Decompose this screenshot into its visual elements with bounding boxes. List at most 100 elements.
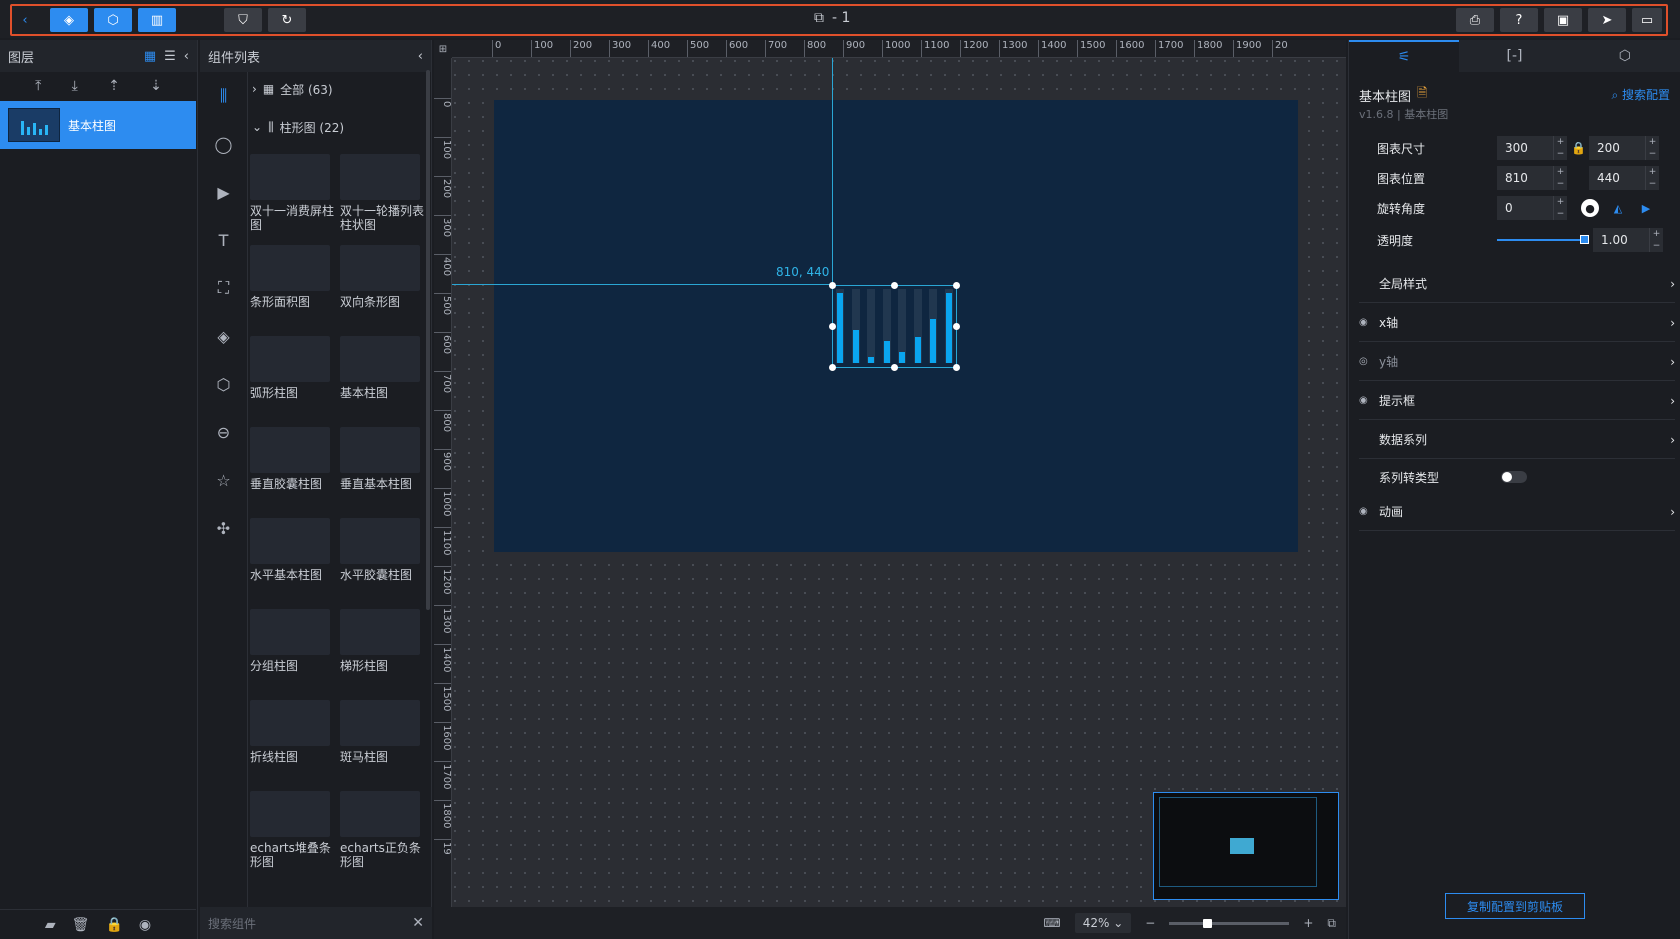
component-card[interactable]: 梯形柱图 xyxy=(340,609,424,673)
folder-icon[interactable]: ▰ xyxy=(45,917,56,933)
help-button[interactable]: ? xyxy=(1500,8,1538,32)
component-card[interactable]: 斑马柱图 xyxy=(340,700,424,764)
eye-icon[interactable]: ◉ xyxy=(1359,395,1373,406)
rotation-input[interactable]: 0 + − xyxy=(1497,196,1567,220)
component-search[interactable]: 搜索组件 ✕ xyxy=(200,907,432,939)
plugin-category-icon[interactable]: ✣ xyxy=(200,504,247,552)
fit-screen-icon[interactable]: ⧉ xyxy=(1327,916,1336,931)
tab-data[interactable]: [-] xyxy=(1459,40,1569,72)
opacity-stepper[interactable]: + − xyxy=(1649,228,1663,252)
zoom-in-icon[interactable]: + xyxy=(1303,916,1313,930)
component-card[interactable]: 分组柱图 xyxy=(250,609,334,673)
trash-icon[interactable]: 🗑 xyxy=(72,917,90,933)
tab-interaction[interactable]: ⬡ xyxy=(1570,40,1680,72)
text-category-icon[interactable]: T xyxy=(200,216,247,264)
publish-button[interactable]: ➤ xyxy=(1588,8,1626,32)
pos-y-stepper[interactable]: + − xyxy=(1645,166,1659,190)
collapse-left-icon[interactable]: ‹ xyxy=(418,49,423,64)
move-down-icon[interactable]: ⤓ xyxy=(72,78,78,94)
zoom-select[interactable]: 42% ⌄ xyxy=(1074,913,1132,933)
frame-category-icon[interactable]: ⛶ xyxy=(200,264,247,312)
rotate-dial-icon[interactable]: ● xyxy=(1581,199,1599,217)
resize-handle[interactable] xyxy=(953,282,960,289)
zoom-out-icon[interactable]: − xyxy=(1145,916,1155,930)
resize-handle[interactable] xyxy=(953,323,960,330)
component-card[interactable]: 基本柱图 xyxy=(340,336,424,400)
tree-bar[interactable]: ⌄ ⫼ 柱形图 (22) xyxy=(252,112,344,142)
doc-icon[interactable]: 🗎 xyxy=(1417,84,1427,106)
copy-config-button[interactable]: 复制配置到剪贴板 xyxy=(1445,893,1585,919)
component-card[interactable]: 水平基本柱图 xyxy=(250,518,334,582)
rotation-stepper[interactable]: + − xyxy=(1553,196,1567,220)
preview-button[interactable]: ⎙ xyxy=(1456,8,1494,32)
component-card[interactable]: 垂直基本柱图 xyxy=(340,427,424,491)
link-category-icon[interactable]: ⬡ xyxy=(200,360,247,408)
back-button[interactable]: ‹ xyxy=(14,8,36,32)
section-animation[interactable]: ◉ 动画 › xyxy=(1359,493,1675,531)
opacity-slider[interactable] xyxy=(1497,235,1589,244)
tab-style[interactable]: ⚟ xyxy=(1349,40,1460,72)
component-card[interactable]: echarts正负条形图 xyxy=(340,791,424,869)
interaction-category-icon[interactable]: ◈ xyxy=(200,312,247,360)
section-data-series[interactable]: 数据系列 › xyxy=(1359,421,1675,459)
height-input[interactable]: 200 + − xyxy=(1589,136,1659,160)
component-card[interactable]: 双向条形图 xyxy=(340,245,424,309)
canvas-area[interactable]: ⊞ 0 100 200 300 400 500 600 700 800 900 1000 1100 12… xyxy=(434,40,1346,907)
move-top-icon[interactable]: ⇡ xyxy=(108,78,120,94)
eye-icon[interactable]: ◉ xyxy=(139,917,151,933)
section-y-axis[interactable]: ◎ y轴 › xyxy=(1359,343,1675,381)
eye-icon[interactable]: ◉ xyxy=(1359,506,1373,517)
component-card[interactable]: 条形面积图 xyxy=(250,245,334,309)
save-button[interactable]: ▣ xyxy=(1544,8,1582,32)
keyboard-icon[interactable]: ⌨ xyxy=(1043,916,1060,930)
eye-off-icon[interactable]: ◎ xyxy=(1359,356,1373,367)
move-bottom-icon[interactable]: ⇣ xyxy=(150,78,162,94)
tree-all[interactable]: › ▦ 全部 (63) xyxy=(252,74,333,104)
opacity-input[interactable]: 1.00 + − xyxy=(1593,228,1663,252)
series-type-toggle[interactable] xyxy=(1501,471,1528,483)
height-stepper[interactable]: + − xyxy=(1645,136,1659,160)
component-card[interactable]: 双十一消费屏柱图 xyxy=(250,154,334,232)
collapse-left-icon[interactable]: ‹ xyxy=(184,49,189,64)
refresh-button[interactable]: ↻ xyxy=(268,8,306,32)
component-scrollbar[interactable] xyxy=(426,70,430,610)
minimap[interactable] xyxy=(1153,792,1339,900)
ruler-toggle-icon[interactable]: ⊞ xyxy=(434,40,452,58)
close-icon[interactable]: ✕ xyxy=(412,915,424,931)
lock-icon[interactable]: 🔒 xyxy=(105,917,122,933)
component-card[interactable]: 弧形柱图 xyxy=(250,336,334,400)
list-view-icon[interactable]: ☰ xyxy=(164,49,176,64)
component-card[interactable]: 垂直胶囊柱图 xyxy=(250,427,334,491)
move-up-icon[interactable]: ⤒ xyxy=(35,78,41,94)
lock-icon[interactable]: 🔒 xyxy=(1571,141,1586,155)
component-card[interactable]: 折线柱图 xyxy=(250,700,334,764)
resize-handle[interactable] xyxy=(891,282,898,289)
opacity-slider-thumb[interactable] xyxy=(1580,235,1589,244)
resize-handle[interactable] xyxy=(829,364,836,371)
width-input[interactable]: 300 + − xyxy=(1497,136,1567,160)
component-card[interactable]: 水平胶囊柱图 xyxy=(340,518,424,582)
resize-handle[interactable] xyxy=(891,364,898,371)
media-category-icon[interactable]: ▶ xyxy=(200,168,247,216)
screen-button[interactable]: ▭ xyxy=(1632,8,1662,32)
section-global-style[interactable]: 全局样式 › xyxy=(1359,265,1675,303)
filter-button[interactable]: ⛉ xyxy=(224,8,262,32)
zoom-slider-thumb[interactable] xyxy=(1202,918,1212,928)
resize-handle[interactable] xyxy=(829,282,836,289)
search-config-link[interactable]: ⌕ 搜索配置 xyxy=(1611,86,1670,103)
more-category-icon[interactable]: ⊖ xyxy=(200,408,247,456)
width-stepper[interactable]: + − xyxy=(1553,136,1567,160)
selected-chart-widget[interactable] xyxy=(829,282,960,371)
star-category-icon[interactable]: ☆ xyxy=(200,456,247,504)
resize-handle[interactable] xyxy=(953,364,960,371)
map-pin-category-icon[interactable]: ◯ xyxy=(200,120,247,168)
components-toggle-button[interactable]: ⬡ xyxy=(94,8,132,32)
pos-x-input[interactable]: 810 + − xyxy=(1497,166,1567,190)
eye-icon[interactable]: ◉ xyxy=(1359,317,1373,328)
flip-horizontal-icon[interactable]: ◭ xyxy=(1609,199,1627,217)
layers-toggle-button[interactable]: ◈ xyxy=(50,8,88,32)
section-x-axis[interactable]: ◉ x轴 › xyxy=(1359,304,1675,342)
flip-vertical-icon[interactable]: ▶ xyxy=(1637,199,1655,217)
resize-handle[interactable] xyxy=(829,323,836,330)
pos-x-stepper[interactable]: + − xyxy=(1553,166,1567,190)
